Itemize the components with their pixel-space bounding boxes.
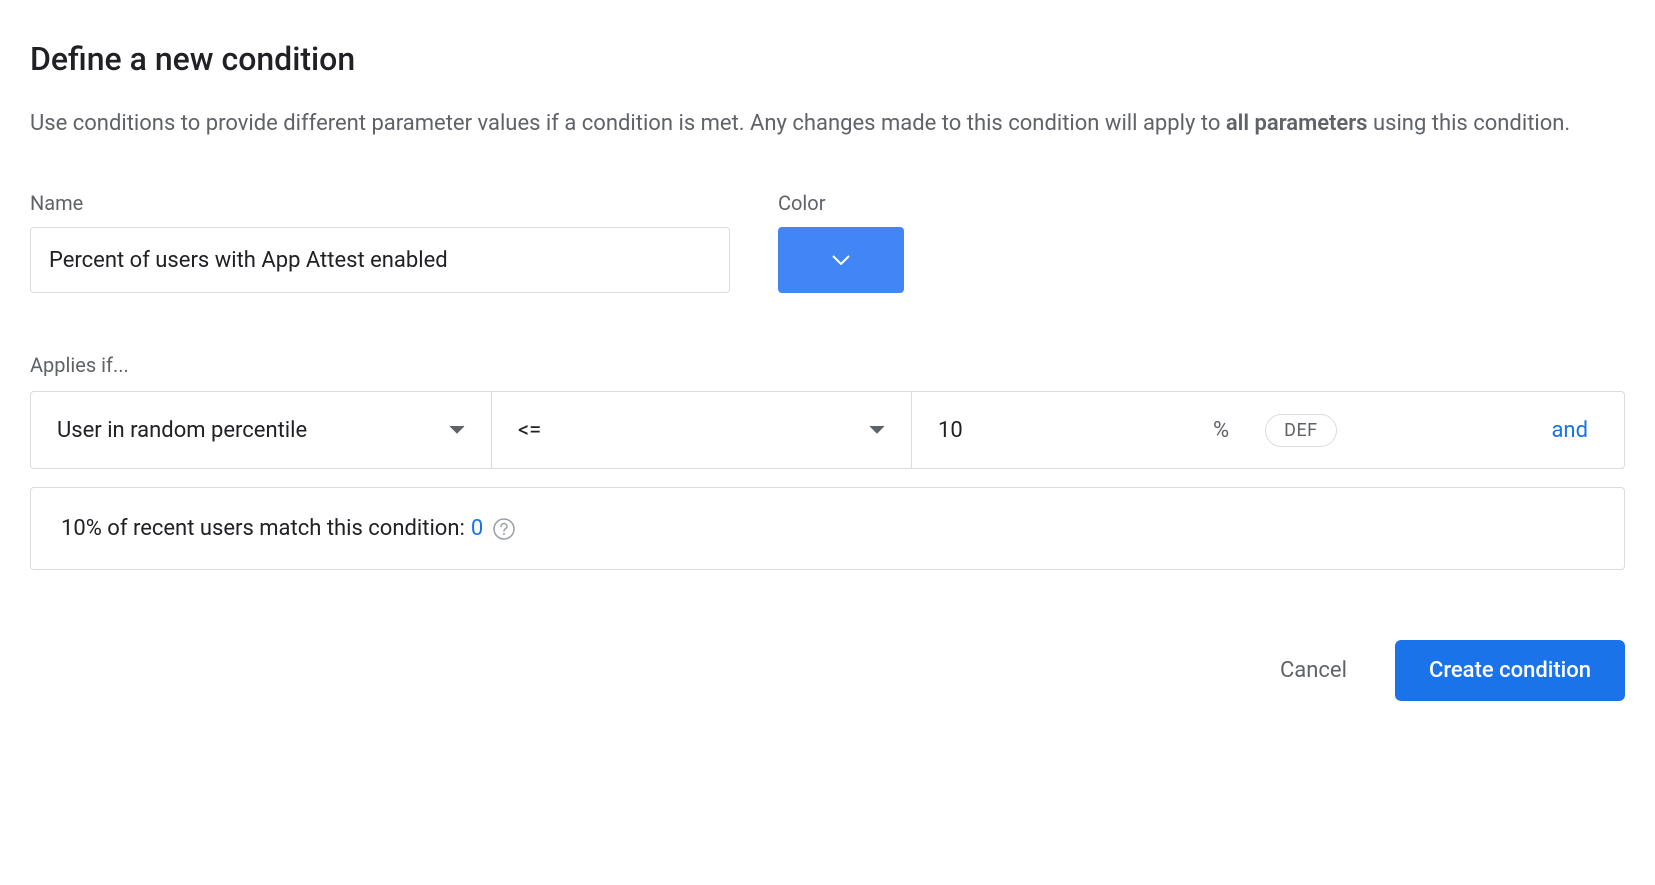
caret-down-icon [449,425,465,435]
caret-down-icon [832,255,850,265]
match-count: 0 [471,516,483,541]
dialog-actions: Cancel Create condition [30,640,1625,701]
def-chip[interactable]: DEF [1265,414,1337,447]
color-picker-button[interactable] [778,227,904,293]
name-label: Name [30,191,730,215]
chip-segment: DEF [1251,420,1351,441]
page-title: Define a new condition [30,40,1625,78]
help-icon[interactable] [493,518,515,540]
match-info: 10% of recent users match this condition… [30,487,1625,570]
name-input[interactable] [30,227,730,293]
operator-dropdown[interactable]: <= [491,392,911,468]
value-segment [911,392,1191,468]
match-text: 10% of recent users match this condition… [61,516,465,541]
applies-label: Applies if... [30,353,1625,377]
description-text-after: using this condition. [1368,111,1571,136]
unit-label: % [1191,418,1251,443]
operator-value: <= [518,418,541,443]
name-field-group: Name [30,191,730,293]
create-condition-button[interactable]: Create condition [1395,640,1625,701]
color-field-group: Color [778,191,904,293]
value-input[interactable] [938,418,1165,443]
field-row: Name Color [30,191,1625,293]
add-and-button[interactable]: and [1515,418,1624,443]
description-text-before: Use conditions to provide different para… [30,111,1226,136]
caret-down-icon [869,425,885,435]
cancel-button[interactable]: Cancel [1260,644,1367,697]
description-bold: all parameters [1226,111,1368,136]
page-description: Use conditions to provide different para… [30,106,1625,141]
condition-row: User in random percentile <= % DEF and [30,391,1625,469]
attribute-dropdown[interactable]: User in random percentile [31,392,491,468]
attribute-value: User in random percentile [57,418,307,443]
color-label: Color [778,191,904,215]
